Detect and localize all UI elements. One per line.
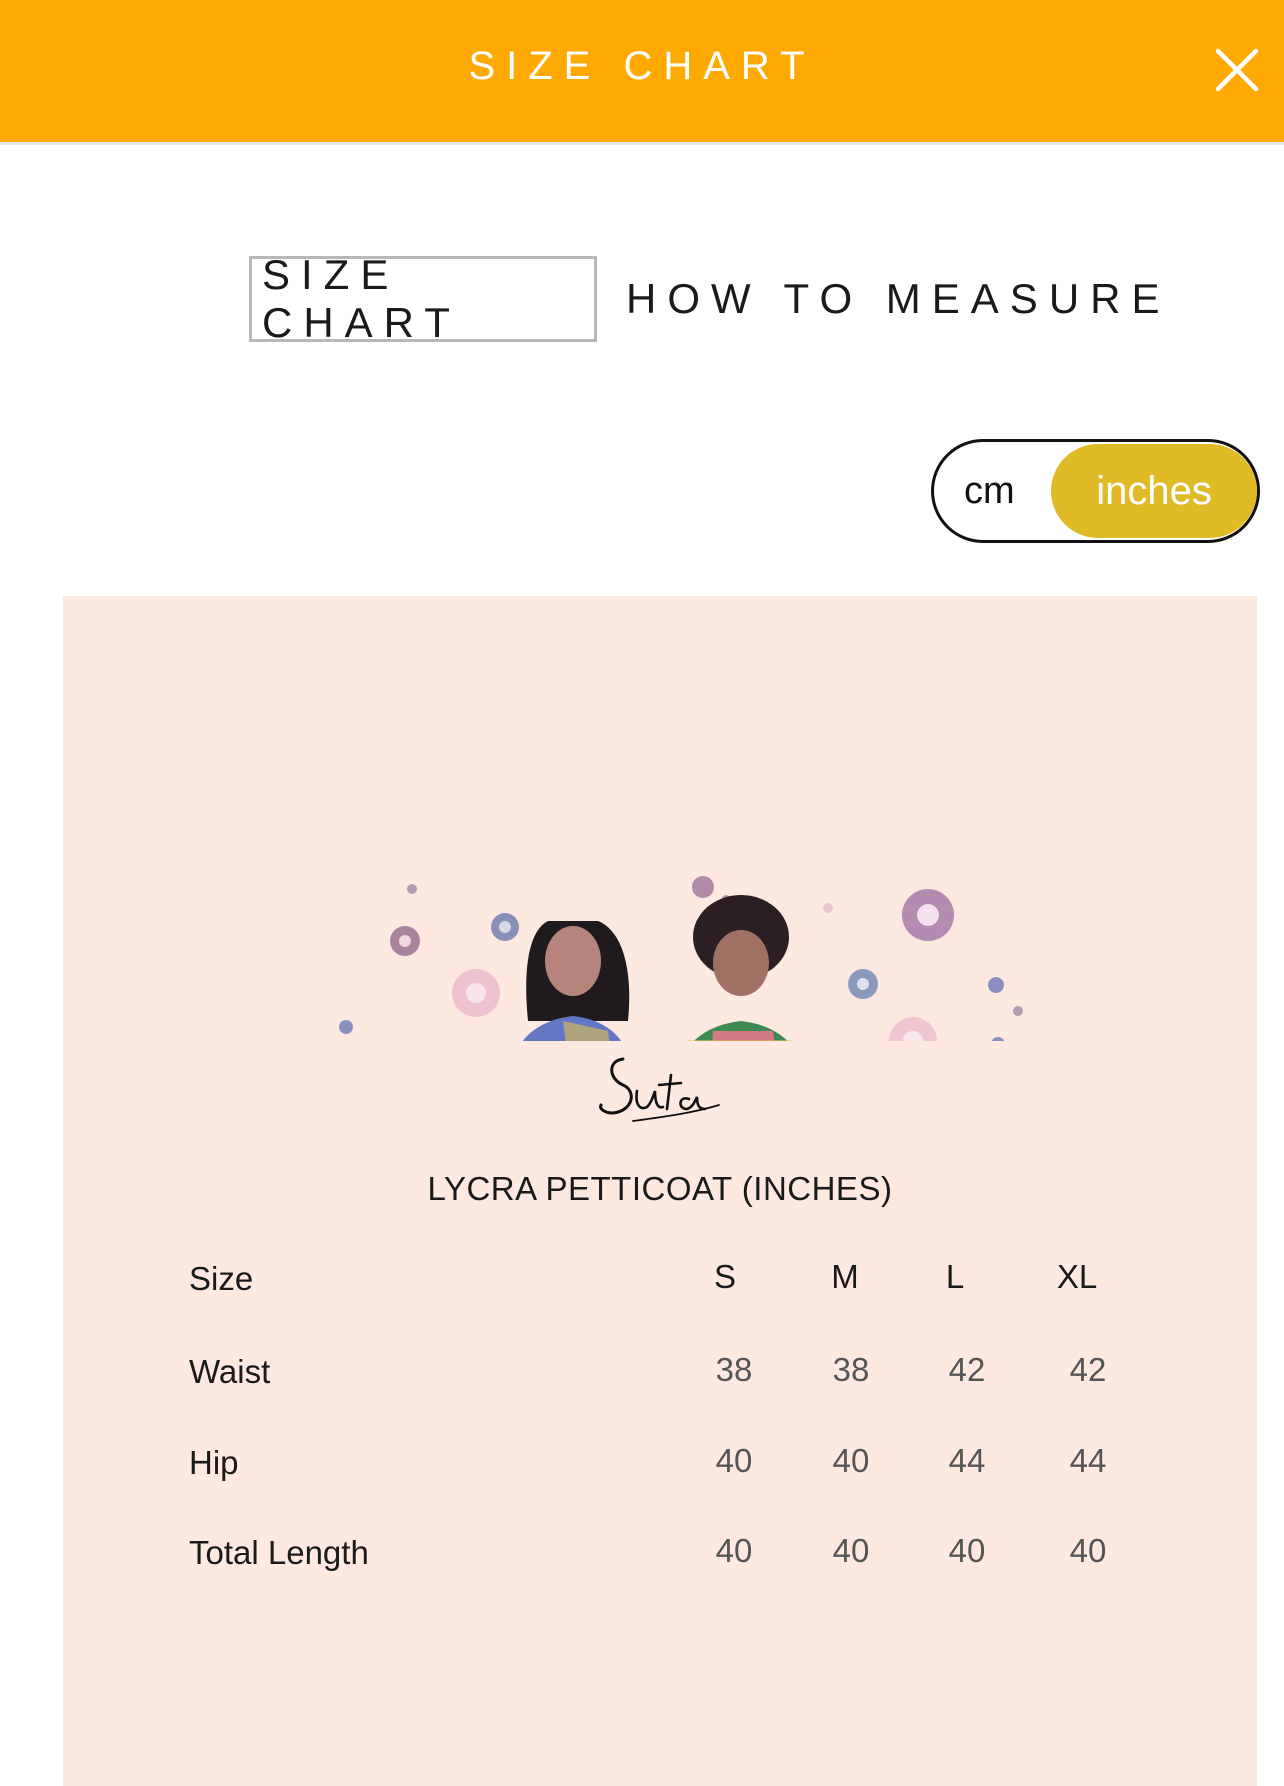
table-cell: 40 [715,1532,753,1569]
size-chart-card: LYCRA PETTICOAT (INCHES) Size S M L XL W… [63,596,1257,1786]
close-icon [1215,48,1259,92]
table-cell: 38 [832,1351,870,1388]
suta-logo [599,1057,720,1122]
modal-header: SIZE CHART [0,0,1284,145]
size-header-m: M [831,1258,859,1295]
table-cell: 44 [1069,1442,1107,1479]
table-cell: 38 [715,1351,753,1388]
row-label-total-length: Total Length [189,1534,369,1571]
tab-bar: SIZE CHART HOW TO MEASURE [0,251,1284,346]
tab-how-to-measure[interactable]: HOW TO MEASURE [626,256,1171,342]
table-cell: 40 [1069,1532,1107,1569]
tab-size-chart[interactable]: SIZE CHART [249,251,597,346]
chart-title: LYCRA PETTICOAT (INCHES) [427,1170,893,1207]
row-label-hip: Hip [189,1444,239,1481]
table-cell: 42 [1069,1351,1107,1388]
table-cell: 40 [948,1532,986,1569]
unit-toggle[interactable]: cm inches [931,439,1260,543]
table-cell: 40 [715,1442,753,1479]
woman-right-figure [688,895,793,1041]
flower-decoration [339,876,1023,1041]
unit-option-cm[interactable]: cm [964,442,1015,540]
table-cell: 40 [832,1442,870,1479]
table-cell: 42 [948,1351,986,1388]
modal-title: SIZE CHART [468,44,816,88]
table-header-label: Size [189,1260,254,1297]
table-cell: 44 [948,1442,986,1479]
close-button[interactable] [1212,45,1262,95]
two-women-at-desk-illustration [339,876,1023,1041]
size-header-l: L [945,1258,965,1295]
woman-left-figure [522,921,630,1041]
unit-option-inches[interactable]: inches [1051,444,1257,538]
size-header-xl: XL [1056,1258,1098,1295]
size-header-s: S [713,1258,736,1295]
table-cell: 40 [832,1532,870,1569]
row-label-waist: Waist [189,1353,271,1390]
